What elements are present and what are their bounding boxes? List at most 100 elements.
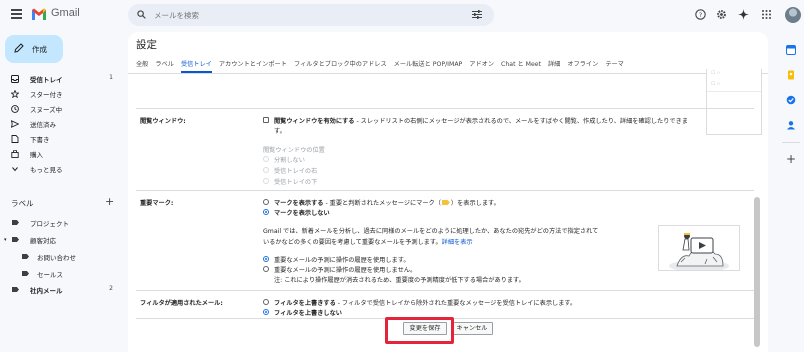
help-icon[interactable]: ? [695,9,706,20]
sidebar-item-purchases[interactable]: 購入 [0,147,124,161]
position-option-label: 受信トレイの右 [274,168,318,175]
sidebar-item-label: セールス [37,271,63,279]
no-override-label: フィルタを上書きしない [274,310,342,317]
search-options-icon[interactable] [472,10,482,19]
tasks-icon[interactable] [786,95,796,105]
no-history-radio[interactable] [263,266,269,272]
no-history-label: 重要なメールの予測に操作の履歴を使用しません。 [274,267,417,274]
position-right-radio[interactable] [263,167,269,173]
sidebar-item-starred[interactable]: スター付き [0,87,124,101]
apps-grid-icon[interactable] [761,9,772,20]
sidebar-item-label: もっと見る [30,166,63,174]
reading-pane-description-wrap: す。 [274,128,286,135]
tab-chat-meet[interactable]: Chat と Meet [501,59,541,71]
unread-count: 1 [109,74,113,81]
learn-more-link[interactable]: 詳細を表示 [442,239,473,246]
expand-arrow-icon[interactable]: ▾ [4,237,7,243]
sidebar-item-label: 受信トレイ [30,76,63,84]
tab-themes[interactable]: テーマ [605,59,624,71]
sidebar-label-sales[interactable]: セールス [0,267,124,281]
override-filters-radio[interactable] [263,299,269,305]
search-bar[interactable] [128,4,494,26]
cancel-button[interactable]: キャンセル [451,322,493,335]
draft-icon [11,135,19,143]
tab-inbox[interactable]: 受信トレイ [180,59,212,73]
tab-addons[interactable]: アドオン [469,59,494,71]
keep-icon[interactable] [786,70,796,80]
importance-description: Gmail では、新着メールを分析し、過去に同様のメールをどのように処理したか、… [263,228,599,235]
position-below-radio[interactable] [263,178,269,184]
sidebar-label-customer[interactable]: ▾ 顧客対応 [0,233,124,247]
tab-forwarding[interactable]: メール転送と POP/IMAP [394,59,463,71]
importance-description-2: いるかなどの多くの要因を考慮して重要なメールを予測します。詳細を表示 [263,239,473,246]
section-divider [136,290,754,291]
filtered-mail-title: フィルタが適用されたメール: [140,300,223,307]
add-label-button[interactable]: + [105,195,114,208]
tabs-divider [128,73,768,74]
tab-filters[interactable]: フィルタとブロック中のアドレス [294,59,387,71]
importance-title: 重要マーク: [140,200,174,207]
use-history-label: 重要なメールの予測に操作の履歴を使用します。 [274,257,410,264]
sidebar-item-inbox[interactable]: 受信トレイ 1 [0,72,124,86]
sidebar-item-label: スヌーズ中 [30,106,63,114]
no-markers-radio[interactable] [263,209,269,215]
inbox-icon [11,75,19,83]
history-note: 注: これにより操作履歴が消去されるため、重要度の予測精度が低下する場合がありま… [274,277,525,284]
position-no-split-radio[interactable] [263,156,269,162]
settings-tabs: 全般 ラベル 受信トレイ アカウントとインポート フィルタとブロック中のアドレス メール転… [136,59,631,73]
importance-illustration [658,225,740,271]
contacts-icon[interactable] [786,120,796,130]
top-bar: Gmail ? [0,0,804,32]
gmail-logo-icon[interactable] [31,7,47,21]
label-tag-icon [12,287,19,292]
use-history-radio[interactable] [263,256,269,262]
gemini-sparkle-icon[interactable] [738,9,749,20]
tab-general[interactable]: 全般 [136,59,148,71]
sidebar-item-label: 購入 [30,151,43,159]
add-addon-plus-icon[interactable]: + [786,152,796,166]
settings-gear-icon[interactable] [716,9,727,20]
sidebar-label-internal[interactable]: 社内メール 2 [0,283,124,297]
save-highlight-box [385,317,454,344]
sidebar-item-label: お問い合わせ [37,254,76,262]
no-override-radio[interactable] [263,309,269,315]
sidebar-item-label: 顧客対応 [30,237,56,245]
tab-accounts[interactable]: アカウントとインポート [219,59,287,71]
tab-advanced[interactable]: 詳細 [548,59,560,71]
chevron-down-icon [12,167,18,172]
sidebar-item-label: 送信済み [30,121,56,129]
sidebar-item-label: 下書き [30,136,50,144]
tab-labels[interactable]: ラベル [155,59,174,71]
show-markers-radio[interactable] [263,199,269,205]
scrollbar[interactable] [754,197,760,347]
label-tag-icon [22,271,29,276]
account-avatar[interactable] [785,7,801,23]
svg-text:?: ? [699,11,702,19]
section-divider [136,108,754,109]
tab-offline[interactable]: オフライン [567,59,598,71]
reading-pane-description: 閲覧ウィンドウを有効にする - スレッドリストの右側にメッセージが表示されるので… [274,118,688,125]
main-menu-icon[interactable] [11,9,22,19]
no-markers-label: マークを表示しない [274,210,330,217]
reading-pane-position-label: 閲覧ウィンドウの位置 [263,147,325,154]
send-icon [11,120,19,128]
sidebar-item-snoozed[interactable]: スヌーズ中 [0,102,124,116]
reading-pane-checkbox[interactable] [263,117,269,123]
search-icon[interactable] [137,10,146,19]
search-input[interactable] [154,7,454,23]
sidebar-item-drafts[interactable]: 下書き [0,132,124,146]
shopping-bag-icon [11,150,19,158]
sidebar-item-label: 社内メール [30,287,63,295]
unread-count: 2 [109,285,113,292]
sidebar-item-sent[interactable]: 送信済み [0,117,124,131]
reading-pane-title: 閲覧ウィンドウ: [140,118,186,125]
sidebar-item-label: スター付き [30,91,63,99]
sidebar-label-project[interactable]: プロジェクト [0,216,124,230]
compose-button[interactable]: 作成 [5,35,63,63]
sidebar-label-inquiry[interactable]: お問い合わせ [0,250,124,264]
inbox-preview-image: ☐ ☆ ☐ ☆ [706,69,762,135]
show-markers-label: マークを表示する - 重要と判断されたメッセージにマーク（ ）を表示します。 [274,200,500,207]
calendar-icon[interactable] [786,45,796,55]
sidebar-item-more[interactable]: もっと見る [0,162,124,176]
pencil-icon [14,43,24,53]
